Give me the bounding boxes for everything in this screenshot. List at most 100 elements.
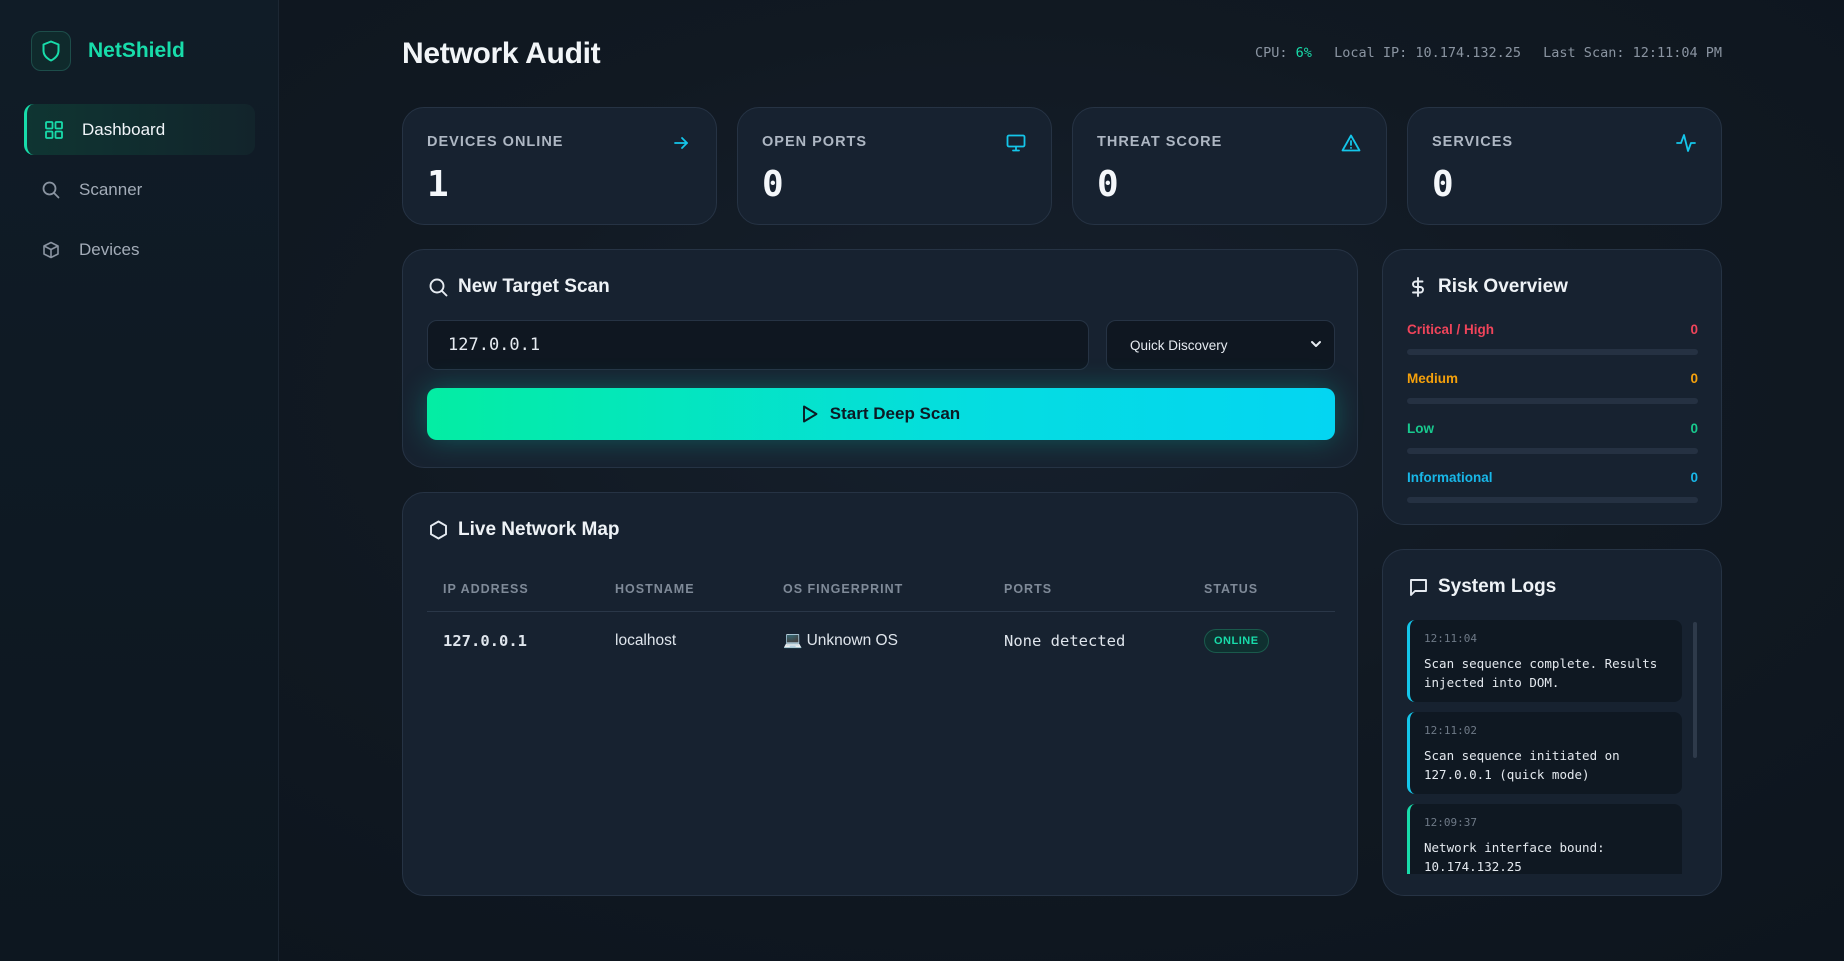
card-title: New Target Scan bbox=[427, 276, 610, 298]
stat-card-devices-online: DEVICES ONLINE 1 bbox=[402, 107, 717, 225]
sidebar-item-label: Devices bbox=[79, 239, 140, 259]
log-message: Network interface bound: 10.174.132.25 bbox=[1424, 840, 1605, 874]
page-title: Network Audit bbox=[402, 37, 601, 70]
hostname-cell: localhost bbox=[615, 631, 677, 649]
log-message: Scan sequence initiated on 127.0.0.1 (qu… bbox=[1424, 748, 1620, 782]
sidebar: NetShield Dashboard Scanner Devices bbox=[0, 0, 279, 961]
logs-title: System Logs bbox=[1438, 576, 1557, 597]
shield-logo-icon bbox=[31, 31, 71, 71]
cpu-value: 6% bbox=[1295, 45, 1312, 61]
log-scrollbar[interactable] bbox=[1693, 622, 1697, 758]
grid-icon bbox=[44, 120, 64, 140]
stat-card-open-ports: OPEN PORTS 0 bbox=[737, 107, 1052, 225]
new-target-scan-card: New Target Scan Quick Discovery Start De… bbox=[402, 249, 1358, 468]
status-cell: ONLINE bbox=[1188, 611, 1335, 670]
stat-label: SERVICES bbox=[1432, 134, 1514, 150]
last-scan-value: 12:11:04 PM bbox=[1632, 45, 1722, 61]
stat-value: 0 bbox=[1097, 164, 1119, 205]
target-ip-input[interactable] bbox=[427, 320, 1089, 370]
log-time: 12:09:37 bbox=[1424, 816, 1477, 829]
search-icon bbox=[41, 180, 61, 200]
risk-progress-bar bbox=[1407, 497, 1698, 503]
local-ip-label: Local IP: bbox=[1334, 45, 1408, 61]
sidebar-item-devices[interactable]: Devices bbox=[24, 224, 255, 275]
network-table: IP ADDRESS HOSTNAME OS FINGERPRINT PORTS… bbox=[427, 568, 1335, 670]
log-time: 12:11:02 bbox=[1424, 724, 1477, 737]
table-header-row: IP ADDRESS HOSTNAME OS FINGERPRINT PORTS… bbox=[427, 568, 1335, 612]
risk-label: Medium bbox=[1407, 371, 1459, 386]
stat-value: 1 bbox=[427, 164, 449, 205]
risk-progress-bar bbox=[1407, 448, 1698, 454]
ip-cell: 127.0.0.1 bbox=[443, 631, 527, 650]
sidebar-item-label: Dashboard bbox=[82, 119, 166, 139]
play-icon bbox=[802, 405, 818, 423]
risk-title: Risk Overview bbox=[1438, 276, 1568, 297]
stat-card-threat-score: THREAT SCORE 0 bbox=[1072, 107, 1387, 225]
risk-row-informational: Informational 0 bbox=[1407, 470, 1698, 503]
chevron-down-icon bbox=[1310, 338, 1322, 353]
stat-value: 0 bbox=[762, 164, 784, 205]
risk-progress-bar bbox=[1407, 349, 1698, 355]
dollar-icon bbox=[1407, 276, 1429, 298]
column-header-ports[interactable]: PORTS bbox=[988, 568, 1188, 612]
card-title: System Logs bbox=[1407, 576, 1556, 598]
start-deep-scan-button[interactable]: Start Deep Scan bbox=[427, 388, 1335, 440]
status-badge: ONLINE bbox=[1204, 628, 1269, 653]
brand[interactable]: NetShield bbox=[31, 31, 185, 71]
risk-overview-card: Risk Overview Critical / High 0 Medium 0… bbox=[1382, 249, 1722, 525]
last-scan-label: Last Scan: bbox=[1543, 45, 1625, 61]
scan-mode-selected: Quick Discovery bbox=[1130, 337, 1228, 353]
stat-label: OPEN PORTS bbox=[762, 134, 868, 150]
risk-count: 0 bbox=[1690, 421, 1698, 436]
cpu-label: CPU: bbox=[1255, 45, 1288, 61]
ports-cell: None detected bbox=[1004, 631, 1126, 650]
app-name: NetShield bbox=[88, 39, 185, 62]
monitor-icon bbox=[1005, 132, 1027, 154]
hexagon-icon bbox=[427, 519, 449, 541]
risk-label: Informational bbox=[1407, 470, 1493, 485]
risk-progress-bar bbox=[1407, 398, 1698, 404]
log-message: Scan sequence complete. Results injected… bbox=[1424, 656, 1658, 690]
card-title: Risk Overview bbox=[1407, 276, 1568, 298]
stat-card-services: SERVICES 0 bbox=[1407, 107, 1722, 225]
log-entry: 12:11:04 Scan sequence complete. Results… bbox=[1407, 620, 1682, 702]
column-header-status[interactable]: STATUS bbox=[1188, 568, 1335, 612]
log-entry: 12:09:37 Network interface bound: 10.174… bbox=[1407, 804, 1682, 874]
column-header-ip[interactable]: IP ADDRESS bbox=[427, 568, 599, 612]
risk-label: Low bbox=[1407, 421, 1434, 436]
system-logs-card: System Logs 12:11:04 Scan sequence compl… bbox=[1382, 549, 1722, 896]
risk-count: 0 bbox=[1690, 322, 1698, 337]
table-row[interactable]: 127.0.0.1 localhost 💻 Unknown OS None de… bbox=[427, 611, 1335, 670]
risk-row-low: Low 0 bbox=[1407, 421, 1698, 454]
risk-row-critical: Critical / High 0 bbox=[1407, 322, 1698, 355]
activity-icon bbox=[1675, 132, 1697, 154]
risk-count: 0 bbox=[1690, 470, 1698, 485]
stat-label: DEVICES ONLINE bbox=[427, 134, 564, 150]
risk-label: Critical / High bbox=[1407, 322, 1495, 337]
risk-count: 0 bbox=[1690, 371, 1698, 386]
scan-mode-select[interactable]: Quick Discovery bbox=[1106, 320, 1335, 370]
stat-label: THREAT SCORE bbox=[1097, 134, 1223, 150]
stat-value: 0 bbox=[1432, 164, 1454, 205]
column-header-hostname[interactable]: HOSTNAME bbox=[599, 568, 767, 612]
sidebar-item-dashboard[interactable]: Dashboard bbox=[24, 104, 255, 155]
status-line: CPU: 6% Local IP: 10.174.132.25 Last Sca… bbox=[1255, 45, 1722, 61]
network-map-title: Live Network Map bbox=[458, 519, 620, 540]
scan-button-label: Start Deep Scan bbox=[829, 404, 961, 423]
warning-triangle-icon bbox=[1340, 132, 1362, 154]
os-cell: 💻 Unknown OS bbox=[783, 632, 898, 650]
live-network-map-card: Live Network Map IP ADDRESS HOSTNAME OS … bbox=[402, 492, 1358, 896]
search-icon bbox=[427, 276, 449, 298]
sidebar-nav: Dashboard Scanner Devices bbox=[24, 104, 255, 284]
cube-icon bbox=[41, 240, 61, 260]
log-entry: 12:11:02 Scan sequence initiated on 127.… bbox=[1407, 712, 1682, 794]
column-header-os[interactable]: OS FINGERPRINT bbox=[767, 568, 988, 612]
log-list[interactable]: 12:11:04 Scan sequence complete. Results… bbox=[1407, 620, 1697, 874]
risk-row-medium: Medium 0 bbox=[1407, 371, 1698, 404]
card-title: Live Network Map bbox=[427, 519, 620, 541]
chat-bubble-icon bbox=[1407, 576, 1429, 598]
sidebar-item-scanner[interactable]: Scanner bbox=[24, 164, 255, 215]
sidebar-item-label: Scanner bbox=[79, 179, 143, 199]
log-time: 12:11:04 bbox=[1424, 632, 1477, 645]
arrow-right-icon bbox=[670, 132, 692, 154]
